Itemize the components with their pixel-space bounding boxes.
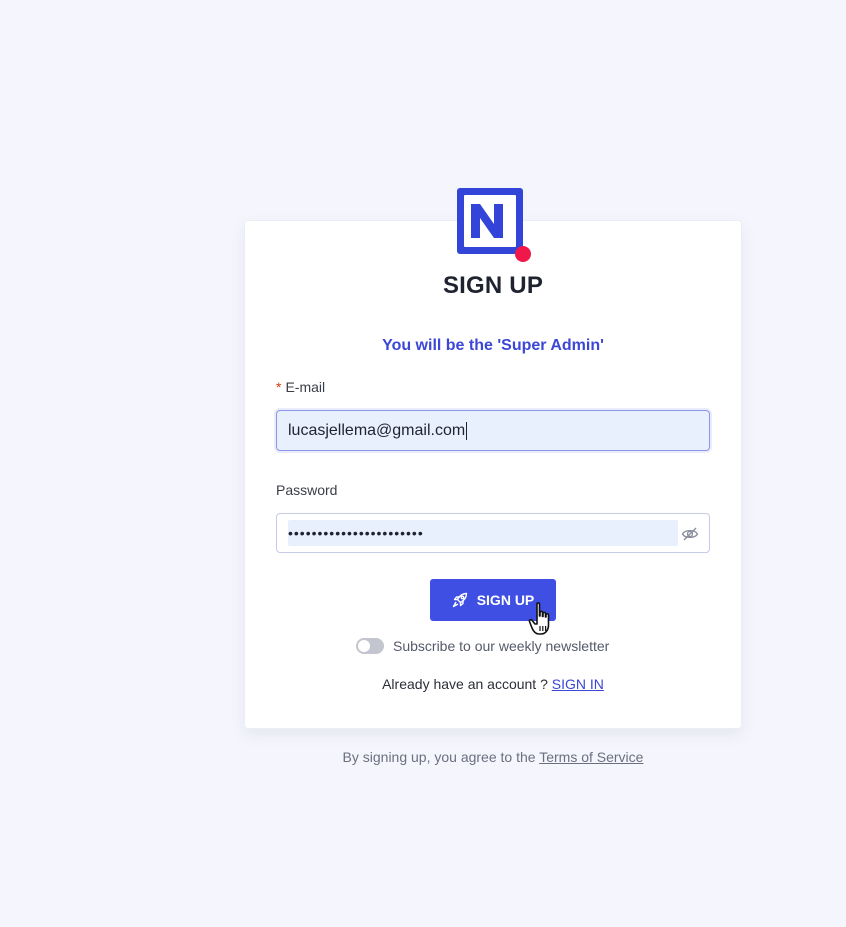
newsletter-label: Subscribe to our weekly newsletter: [393, 638, 610, 654]
email-label-text: E-mail: [285, 379, 326, 395]
email-field[interactable]: lucasjellema@gmail.com: [276, 410, 710, 451]
eye-slash-icon[interactable]: [681, 525, 699, 543]
already-have-account-text: Already have an account ?: [382, 676, 548, 692]
super-admin-notice: You will be the 'Super Admin': [382, 337, 604, 354]
email-value: lucasjellema@gmail.com: [288, 422, 466, 439]
sign-in-link[interactable]: SIGN IN: [552, 676, 604, 692]
terms-row: By signing up, you agree to the Terms of…: [244, 749, 742, 765]
page-title: SIGN UP: [442, 272, 544, 299]
terms-prefix-text: By signing up, you agree to the: [342, 749, 536, 765]
nocodb-logo-icon: [453, 184, 533, 264]
toggle-knob: [358, 640, 370, 652]
signin-row: Already have an account ? SIGN IN: [244, 676, 742, 692]
sign-up-button-label: SIGN UP: [476, 592, 535, 608]
password-label: Password: [276, 482, 338, 498]
newsletter-toggle[interactable]: [356, 638, 384, 654]
rocket-icon: [452, 592, 468, 608]
newsletter-row: Subscribe to our weekly newsletter: [356, 637, 609, 655]
email-label: * E-mail: [276, 379, 325, 395]
hand-pointer-cursor-icon: [528, 601, 560, 637]
text-caret: [466, 421, 468, 440]
signup-page: SIGN UP You will be the 'Super Admin' * E…: [0, 0, 846, 927]
password-field[interactable]: •••••••••••••••••••••••: [276, 513, 710, 553]
terms-of-service-link[interactable]: Terms of Service: [539, 749, 643, 765]
password-value: •••••••••••••••••••••••: [288, 520, 678, 546]
required-marker: *: [276, 379, 282, 395]
